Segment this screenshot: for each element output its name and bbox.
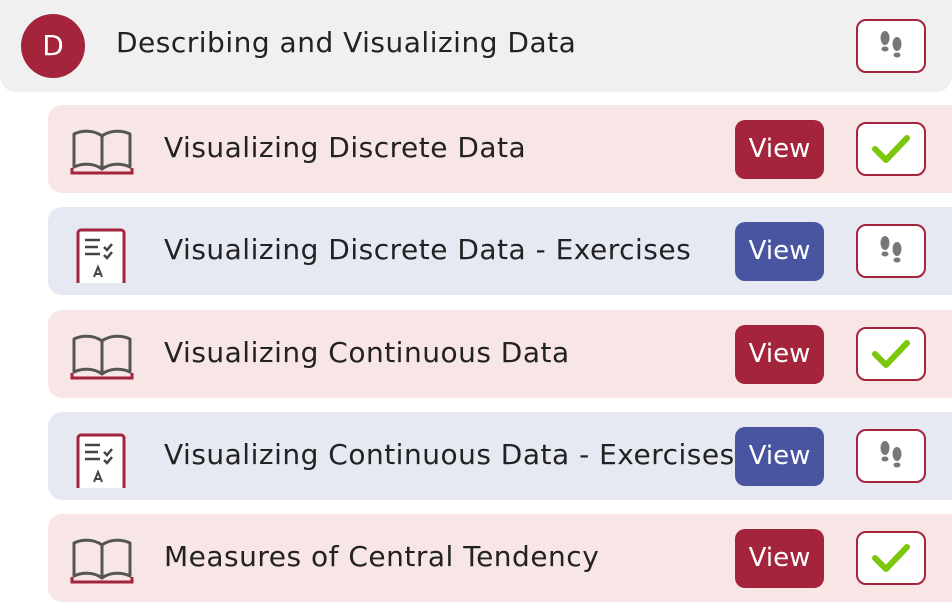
module-title[interactable]: Describing and Visualizing Data	[116, 26, 576, 59]
worksheet-icon	[76, 228, 126, 283]
book-icon	[70, 334, 134, 380]
view-button[interactable]: View	[735, 529, 824, 588]
worksheet-icon	[76, 433, 126, 488]
lesson-row: Measures of Central Tendency View	[48, 514, 952, 602]
footprints-icon	[880, 31, 902, 58]
book-icon	[70, 538, 134, 584]
footprints-icon	[880, 441, 902, 468]
checkmark-icon	[872, 340, 910, 368]
module-badge: D	[21, 14, 85, 78]
status-button[interactable]	[856, 531, 926, 585]
lesson-title[interactable]: Visualizing Discrete Data	[164, 131, 526, 164]
book-icon	[70, 129, 134, 175]
module-status-button[interactable]	[856, 19, 926, 73]
exercise-title[interactable]: Visualizing Discrete Data - Exercises	[164, 233, 691, 266]
status-button[interactable]	[856, 122, 926, 176]
view-button[interactable]: View	[735, 427, 824, 486]
exercise-row: Visualizing Discrete Data - Exercises Vi…	[48, 207, 952, 295]
status-button[interactable]	[856, 224, 926, 278]
exercise-title[interactable]: Visualizing Continuous Data - Exercises	[164, 438, 735, 471]
view-button[interactable]: View	[735, 120, 824, 179]
exercise-row: Visualizing Continuous Data - Exercises …	[48, 412, 952, 500]
status-button[interactable]	[856, 429, 926, 483]
checkmark-icon	[872, 544, 910, 572]
module-header: D Describing and Visualizing Data	[0, 0, 952, 92]
status-button[interactable]	[856, 327, 926, 381]
view-button[interactable]: View	[735, 222, 824, 281]
lesson-row: Visualizing Discrete Data View	[48, 105, 952, 193]
lesson-row: Visualizing Continuous Data View	[48, 310, 952, 398]
checkmark-icon	[872, 135, 910, 163]
view-button[interactable]: View	[735, 325, 824, 384]
lesson-title[interactable]: Measures of Central Tendency	[164, 540, 599, 573]
footprints-icon	[880, 236, 902, 263]
lesson-title[interactable]: Visualizing Continuous Data	[164, 336, 570, 369]
